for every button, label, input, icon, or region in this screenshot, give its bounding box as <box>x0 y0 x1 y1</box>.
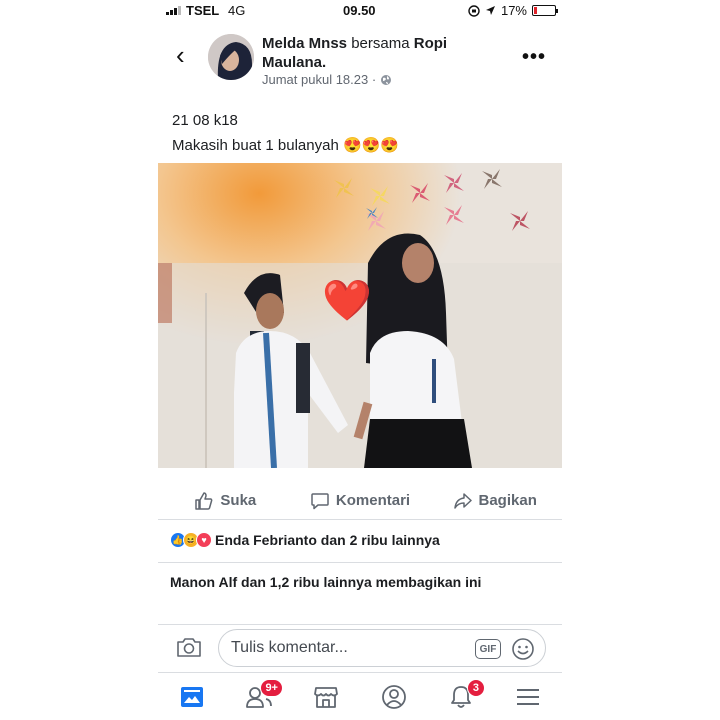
heart-eyes-emoji: 😍😍😍 <box>342 137 399 154</box>
post-text-line2: Makasih buat 1 bulanyah 😍😍😍 <box>172 133 399 158</box>
comment-bar: GIF <box>158 624 562 670</box>
love-reaction-icon: ♥ <box>196 532 212 548</box>
post-body: 21 08 k18 Makasih buat 1 bulanyah 😍😍😍 <box>172 108 399 158</box>
battery-icon <box>532 5 558 16</box>
heart-emoji: ❤️ <box>322 279 372 323</box>
author-name[interactable]: Melda Mnss <box>262 35 347 52</box>
divider <box>158 562 562 563</box>
carrier-label: TSEL <box>186 3 220 18</box>
share-button[interactable]: Bagikan <box>427 482 562 519</box>
friends-badge: 9+ <box>260 678 283 697</box>
post-author-line: Melda Mnss bersama Ropi Maulana. <box>262 34 502 72</box>
status-right: 17% <box>468 3 558 18</box>
marketplace-icon <box>314 686 339 708</box>
profile-icon <box>381 684 406 709</box>
signal-icon <box>166 5 181 15</box>
network-label: 4G <box>228 3 246 18</box>
author-avatar[interactable] <box>208 34 254 80</box>
with-text: bersama <box>351 35 410 52</box>
nav-profile[interactable] <box>374 679 414 715</box>
nav-notifications[interactable]: 3 <box>441 678 485 715</box>
battery-fill <box>534 7 538 14</box>
reactions-text: Enda Febrianto dan 2 ribu lainnya <box>215 532 440 548</box>
facebook-post-screen: TSEL 4G 09.50 17% ‹ Melda Mnss bersama R… <box>158 0 562 720</box>
action-bar: Suka Komentari Bagikan <box>158 482 562 520</box>
clock: 09.50 <box>343 3 376 18</box>
reaction-icons: 👍 😆 ♥ <box>170 532 212 548</box>
nav-menu[interactable] <box>508 679 548 715</box>
share-icon <box>453 492 472 509</box>
bottom-nav: 9+ 3 <box>158 672 562 720</box>
status-bar: TSEL 4G 09.50 17% <box>158 0 562 22</box>
nav-news-feed[interactable] <box>172 679 212 715</box>
more-options-icon[interactable]: ••• <box>522 46 546 69</box>
comment-input[interactable] <box>231 637 461 659</box>
comment-icon <box>311 492 329 509</box>
post-header: ‹ Melda Mnss bersama Ropi Maulana. Jumat… <box>158 30 562 94</box>
post-caption: Makasih buat 1 bulanyah <box>172 137 339 154</box>
share-label: Bagikan <box>478 492 537 509</box>
comment-field[interactable]: GIF <box>218 629 546 667</box>
post-meta: Jumat pukul 18.23 · <box>262 72 392 87</box>
post-photo[interactable]: ❤️ <box>158 163 562 468</box>
location-icon <box>485 6 495 15</box>
gif-icon[interactable]: GIF <box>475 639 501 659</box>
notifications-badge: 3 <box>466 678 485 697</box>
post-text-line1: 21 08 k18 <box>172 112 238 129</box>
nav-marketplace[interactable] <box>306 679 346 715</box>
shares-summary[interactable]: Manon Alf dan 1,2 ribu lainnya membagika… <box>170 574 481 590</box>
globe-icon <box>381 74 392 85</box>
post-timestamp[interactable]: Jumat pukul 18.23 · <box>262 72 376 87</box>
like-button[interactable]: Suka <box>158 482 293 519</box>
emoji-icon[interactable] <box>511 637 535 661</box>
camera-icon[interactable] <box>176 636 202 658</box>
reactions-summary[interactable]: 👍 😆 ♥ Enda Febrianto dan 2 ribu lainnya <box>170 532 440 548</box>
like-label: Suka <box>220 492 257 509</box>
orientation-lock-icon <box>468 4 480 17</box>
comment-label: Komentari <box>335 492 411 509</box>
nav-friends[interactable]: 9+ <box>239 678 283 715</box>
battery-percent: 17% <box>500 3 527 18</box>
back-chevron-icon[interactable]: ‹ <box>176 42 185 68</box>
comment-button[interactable]: Komentari <box>293 482 428 519</box>
hamburger-menu-icon <box>517 688 540 705</box>
thumbs-up-icon <box>195 491 213 510</box>
news-feed-icon <box>180 686 203 707</box>
